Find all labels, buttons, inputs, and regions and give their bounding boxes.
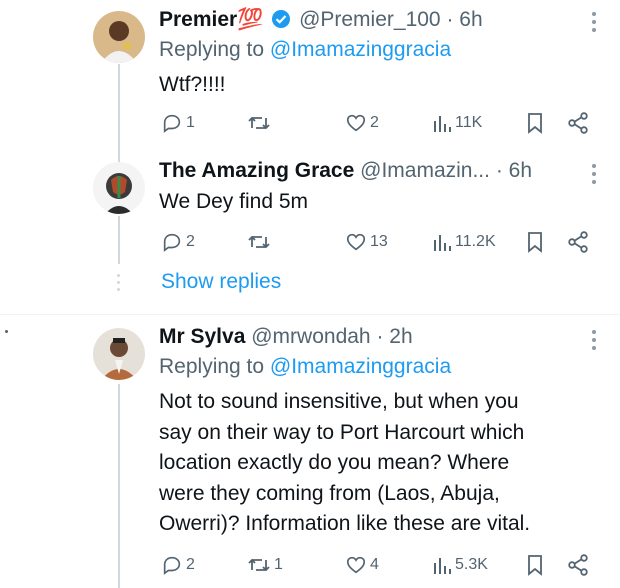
verified-badge-icon bbox=[271, 9, 291, 35]
like-count: 13 bbox=[370, 233, 388, 250]
bookmark-icon bbox=[528, 232, 542, 253]
divider bbox=[0, 314, 620, 315]
retweet-icon bbox=[248, 116, 270, 130]
retweet-icon bbox=[248, 558, 270, 572]
display-name[interactable]: The Amazing Grace bbox=[159, 159, 354, 182]
handle[interactable]: @Imamazin... bbox=[360, 159, 490, 182]
tweet-text: Wtf?!!!! bbox=[159, 73, 226, 96]
views-button[interactable]: 11.2K bbox=[432, 229, 496, 255]
replying-to: Replying to @Imamazinggracia bbox=[159, 355, 451, 379]
view-count: 11.2K bbox=[455, 233, 496, 250]
retweet-button[interactable] bbox=[247, 110, 271, 136]
handle[interactable]: @Premier_100 bbox=[299, 8, 441, 31]
stray-dot bbox=[5, 330, 8, 333]
like-button[interactable]: 4 bbox=[345, 552, 379, 578]
share-button[interactable] bbox=[567, 552, 589, 578]
reply-icon bbox=[163, 556, 181, 575]
share-icon bbox=[568, 112, 588, 134]
views-icon bbox=[434, 235, 451, 251]
like-count: 4 bbox=[370, 556, 379, 573]
views-icon bbox=[434, 558, 451, 574]
author-row: Premier💯 @Premier_100 · 6h bbox=[159, 8, 483, 35]
tweet-text-line: location exactly do you mean? Where bbox=[159, 451, 510, 474]
share-icon bbox=[568, 554, 588, 576]
share-button[interactable] bbox=[567, 110, 589, 136]
retweet-icon bbox=[248, 235, 270, 249]
display-name[interactable]: Mr Sylva bbox=[159, 325, 245, 348]
avatar[interactable] bbox=[93, 11, 145, 63]
like-button[interactable]: 13 bbox=[345, 229, 388, 255]
retweet-button[interactable] bbox=[247, 229, 271, 255]
view-count: 5.3K bbox=[455, 556, 488, 573]
tweet-text-line: say on their way to Port Harcourt which bbox=[159, 420, 525, 444]
reply-icon bbox=[163, 233, 181, 252]
bookmark-button[interactable] bbox=[525, 552, 545, 578]
reply-count: 2 bbox=[186, 233, 195, 250]
more-options-icon[interactable] bbox=[592, 164, 598, 188]
replying-to-link[interactable]: @Imamazinggracia bbox=[270, 355, 451, 378]
handle[interactable]: @mrwondah bbox=[251, 325, 370, 348]
display-name[interactable]: Premier💯 bbox=[159, 8, 263, 31]
action-bar: 2 1 4 5.3K bbox=[159, 552, 599, 578]
thread-line bbox=[118, 384, 120, 588]
timestamp[interactable]: · 6h bbox=[446, 8, 482, 31]
thread-line bbox=[118, 64, 120, 172]
show-replies-link[interactable]: Show replies bbox=[161, 270, 281, 294]
retweet-button[interactable]: 1 bbox=[247, 552, 283, 578]
views-button[interactable]: 11K bbox=[432, 110, 482, 136]
timestamp[interactable]: · 2h bbox=[376, 325, 412, 348]
share-icon bbox=[568, 231, 588, 253]
tweet-text-line: Owerri)? Information like these are vita… bbox=[159, 512, 531, 535]
like-button[interactable]: 2 bbox=[345, 110, 379, 136]
more-options-icon[interactable] bbox=[592, 330, 598, 354]
reply-count: 1 bbox=[186, 114, 195, 131]
replying-to: Replying to @Imamazinggracia bbox=[159, 38, 451, 62]
more-options-icon[interactable] bbox=[592, 12, 598, 36]
retweet-count: 1 bbox=[274, 556, 283, 573]
replying-to-link[interactable]: @Imamazinggracia bbox=[270, 38, 451, 61]
views-icon bbox=[434, 116, 451, 132]
replying-to-label: Replying to bbox=[159, 355, 265, 378]
thread-line bbox=[118, 216, 120, 264]
reply-icon bbox=[163, 114, 181, 133]
bookmark-icon bbox=[528, 113, 542, 134]
avatar[interactable] bbox=[93, 328, 145, 380]
reply-button[interactable]: 2 bbox=[161, 552, 195, 578]
author-row: The Amazing Grace @Imamazin... · 6h bbox=[159, 159, 532, 183]
thread-ellipsis bbox=[117, 274, 121, 295]
bookmark-button[interactable] bbox=[525, 110, 545, 136]
reply-button[interactable]: 1 bbox=[161, 110, 195, 136]
reply-button[interactable]: 2 bbox=[161, 229, 195, 255]
heart-icon bbox=[346, 233, 366, 251]
tweet-text: We Dey find 5m bbox=[159, 190, 308, 213]
tweet-text: Not to sound insensitive, but when you s… bbox=[159, 387, 599, 540]
bookmark-button[interactable] bbox=[525, 229, 545, 255]
action-bar: 2 13 11.2K bbox=[159, 229, 599, 255]
like-count: 2 bbox=[370, 114, 379, 131]
heart-icon bbox=[346, 556, 366, 574]
share-button[interactable] bbox=[567, 229, 589, 255]
timestamp[interactable]: · 6h bbox=[496, 159, 532, 182]
avatar[interactable] bbox=[93, 162, 145, 214]
views-button[interactable]: 5.3K bbox=[432, 552, 488, 578]
tweet-text-line: were they coming from (Laos, Abuja, bbox=[159, 481, 500, 505]
author-row: Mr Sylva @mrwondah · 2h bbox=[159, 325, 413, 349]
bookmark-icon bbox=[528, 555, 542, 576]
view-count: 11K bbox=[455, 114, 483, 131]
tweet-text-line: Not to sound insensitive, but when you bbox=[159, 390, 519, 413]
heart-icon bbox=[346, 114, 366, 132]
replying-to-label: Replying to bbox=[159, 38, 265, 61]
reply-count: 2 bbox=[186, 556, 195, 573]
action-bar: 1 2 11K bbox=[159, 110, 599, 136]
